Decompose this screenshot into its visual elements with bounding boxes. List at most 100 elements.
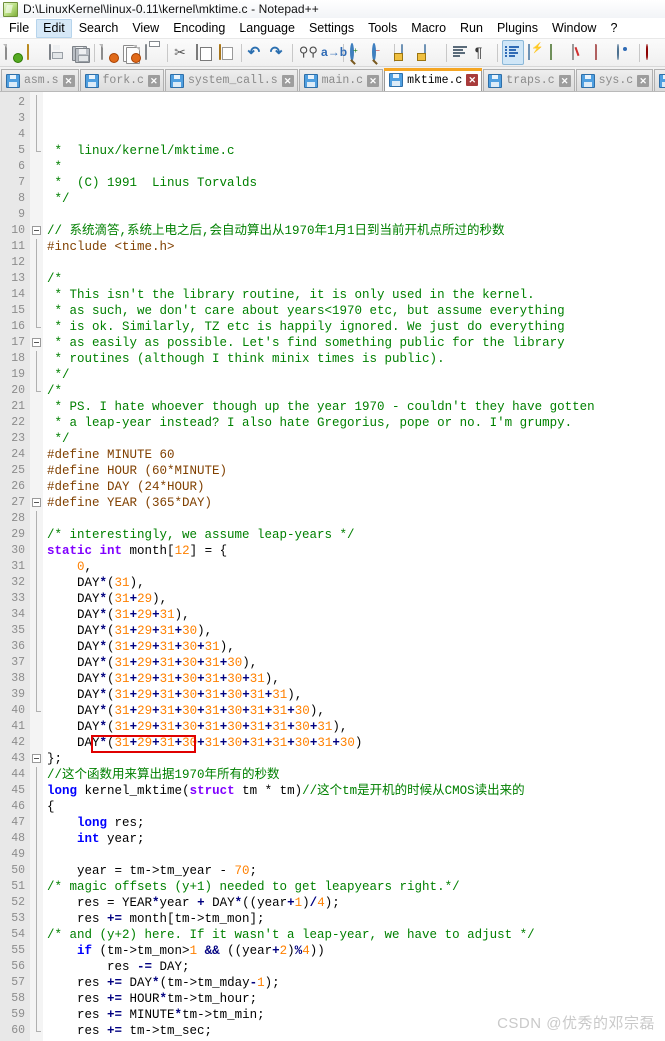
menu-item-language[interactable]: Language — [232, 19, 302, 38]
toolbar-button-word-wrap[interactable] — [451, 41, 471, 64]
menu-item-window[interactable]: Window — [545, 19, 603, 38]
toolbar-button-find[interactable]: ⚲⚲ — [297, 41, 318, 64]
fold-marker — [30, 511, 43, 527]
document-map-icon — [550, 43, 566, 61]
toolbar-button-redo[interactable]: ↷ — [268, 41, 288, 64]
code-line: DAY*(31+29+31+30+31+30+31+31+30+31+30) — [47, 736, 363, 750]
toolbar-button-save[interactable] — [47, 41, 67, 64]
notepad-plus-plus-icon — [3, 1, 18, 17]
find-icon: ⚲⚲ — [298, 43, 318, 59]
menu-item-edit[interactable]: Edit — [36, 18, 72, 38]
close-file-icon — [100, 43, 119, 63]
toolbar-button-sync-horizontal-scroll[interactable] — [416, 41, 441, 64]
tab-close-icon[interactable]: ✕ — [281, 74, 294, 87]
toolbar-button-user-defined-language[interactable] — [526, 41, 546, 64]
code-folding-margin[interactable] — [30, 92, 43, 1041]
code-line: * routines (although I think minix times… — [47, 352, 445, 366]
open-file-icon — [27, 43, 43, 61]
menu-item-run[interactable]: Run — [453, 19, 490, 38]
menu-item-file[interactable]: File — [2, 19, 36, 38]
tab-sys-c[interactable]: sys.c ✕ — [575, 69, 654, 91]
tab-traps-c[interactable]: traps.c ✕ — [483, 69, 575, 91]
zoom-out-icon: − — [372, 42, 388, 61]
fold-marker[interactable] — [30, 751, 43, 767]
toolbar-button-save-all[interactable] — [70, 41, 90, 64]
editor-area[interactable]: 2 3 4 5 6 7 8 9 10 11 12 13 14 15 16 17 18 19 20 21 22 23 24 25… — [0, 92, 665, 1041]
toolbar-button-replace[interactable]: a→b — [319, 41, 347, 64]
fold-marker[interactable] — [30, 335, 43, 351]
record-macro-icon — [645, 43, 662, 61]
tab-system_call-s[interactable]: system_call.s ✕ — [164, 69, 298, 91]
toolbar-button-undo[interactable]: ↶ — [246, 41, 266, 64]
toolbar-button-show-all-characters[interactable]: ¶ — [473, 41, 493, 64]
tab-main-c[interactable]: main.c ✕ — [298, 69, 384, 91]
tab-close-icon[interactable]: ✕ — [367, 74, 380, 87]
menu-item-encoding[interactable]: Encoding — [166, 19, 232, 38]
menu-item-macro[interactable]: Macro — [404, 19, 453, 38]
tab-close-icon[interactable]: ✕ — [147, 74, 160, 87]
line-number: 27 — [11, 496, 25, 509]
menu-item-view[interactable]: View — [125, 19, 166, 38]
line-number: 51 — [11, 880, 25, 893]
tab-bar: asm.s ✕ fork.c ✕ system_call.s ✕ main.c ✕ mktime… — [0, 67, 665, 92]
toolbar-button-print[interactable] — [143, 41, 163, 64]
menu-item-settings[interactable]: Settings — [302, 19, 361, 38]
menu-item-plugins[interactable]: Plugins — [490, 19, 545, 38]
fold-marker — [30, 111, 43, 127]
toolbar-button-zoom-out[interactable]: − — [370, 41, 390, 64]
fold-marker — [30, 783, 43, 799]
toolbar-button-paste[interactable] — [216, 41, 236, 64]
code-text-area[interactable]: * linux/kernel/mktime.c * * (C) 1991 Lin… — [43, 92, 665, 1041]
toolbar-button-zoom-in[interactable]: + — [348, 41, 368, 64]
fold-marker — [30, 463, 43, 479]
line-number: 34 — [11, 608, 25, 621]
fold-marker[interactable] — [30, 223, 43, 239]
tab-close-icon[interactable]: ✕ — [637, 74, 650, 87]
toolbar-button-folder-as-workspace[interactable] — [593, 41, 613, 64]
toolbar-button-close-file[interactable] — [99, 41, 119, 64]
code-line: DAY*(31+29+31+30+31+30+31+31+30+31), — [47, 720, 348, 734]
menu-item-search[interactable]: Search — [72, 19, 126, 38]
tab-fork-c[interactable]: fork.c ✕ — [79, 69, 164, 91]
print-icon — [145, 43, 161, 61]
fold-marker — [30, 895, 43, 911]
fold-marker — [30, 879, 43, 895]
toolbar: ✂ ↶ ↷ ⚲⚲ a→b + − ¶ — [0, 39, 665, 67]
tab-close-icon[interactable]: ✕ — [466, 74, 479, 86]
toolbar-button-document-map[interactable] — [548, 41, 568, 64]
tab-close-icon[interactable]: ✕ — [558, 74, 571, 87]
menu-item-tools[interactable]: Tools — [361, 19, 404, 38]
code-line: * linux/kernel/mktime.c — [47, 144, 235, 158]
tab-close-icon[interactable]: ✕ — [62, 74, 75, 87]
toolbar-button-record-macro[interactable] — [644, 41, 664, 64]
line-number: 8 — [18, 192, 25, 205]
line-number: 23 — [11, 432, 25, 445]
fold-marker — [30, 911, 43, 927]
tab-mktime-c[interactable]: mktime.c ✕ — [384, 68, 483, 91]
copy-icon — [196, 43, 212, 61]
toolbar-button-cut[interactable]: ✂ — [172, 41, 192, 64]
menu-item-[interactable]: ? — [603, 19, 624, 38]
code-line: #define HOUR (60*MINUTE) — [47, 464, 228, 478]
toolbar-button-copy[interactable] — [194, 41, 214, 64]
line-number: 55 — [11, 944, 25, 957]
fold-marker — [30, 815, 43, 831]
toolbar-button-monitoring[interactable] — [615, 41, 635, 64]
toolbar-button-close-all[interactable] — [121, 41, 141, 64]
line-number: 2 — [18, 96, 25, 109]
menu-bar: File Edit Search View Encoding Language Settin… — [0, 18, 665, 39]
toolbar-separator — [240, 43, 242, 62]
toolbar-button-open-file[interactable] — [25, 41, 45, 64]
tab-cpu-c[interactable]: cpu.c✕ — [654, 69, 665, 91]
fold-marker — [30, 207, 43, 223]
fold-marker — [30, 527, 43, 543]
redo-icon: ↷ — [269, 43, 283, 61]
toolbar-button-indent-guide[interactable] — [501, 40, 524, 65]
tab-asm-s[interactable]: asm.s ✕ — [1, 69, 79, 91]
toolbar-button-function-list[interactable] — [570, 41, 590, 64]
code-line: DAY*(31), — [47, 576, 145, 590]
fold-marker — [30, 543, 43, 559]
fold-marker[interactable] — [30, 495, 43, 511]
toolbar-button-new-file[interactable] — [3, 41, 24, 64]
